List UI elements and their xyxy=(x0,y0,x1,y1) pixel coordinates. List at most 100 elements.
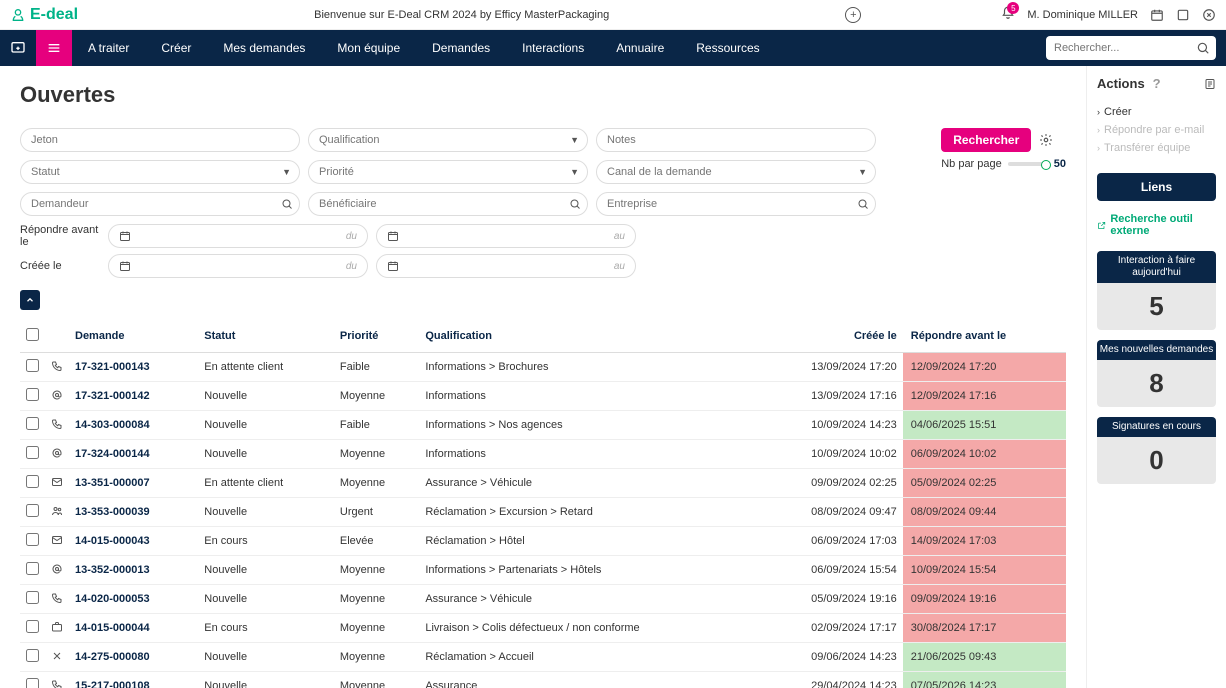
nav-mes-demandes[interactable]: Mes demandes xyxy=(207,30,321,66)
filter-jeton[interactable] xyxy=(20,128,300,152)
table-row: 13-353-000039NouvelleUrgentRéclamation >… xyxy=(20,498,1066,527)
creee-to[interactable]: au xyxy=(376,254,636,278)
request-statut: Nouvelle xyxy=(198,585,334,614)
external-search-link[interactable]: Recherche outil externe xyxy=(1097,207,1216,251)
request-ref[interactable]: 17-321-000142 xyxy=(69,382,198,411)
request-qualification: Livraison > Colis défectueux / non confo… xyxy=(419,614,757,643)
chevron-down-icon: ▼ xyxy=(570,167,579,177)
request-creee: 29/04/2024 14:23 xyxy=(757,672,903,688)
nav-interactions[interactable]: Interactions xyxy=(506,30,600,66)
request-ref[interactable]: 13-352-000013 xyxy=(69,556,198,585)
global-search[interactable] xyxy=(1046,36,1216,60)
window-icon[interactable] xyxy=(1176,8,1190,22)
request-ref[interactable]: 13-351-000007 xyxy=(69,469,198,498)
request-creee: 10/09/2024 10:02 xyxy=(757,440,903,469)
channel-icon xyxy=(45,672,69,688)
row-checkbox[interactable] xyxy=(26,388,39,401)
nav-items: A traiter Créer Mes demandes Mon équipe … xyxy=(72,30,1036,66)
request-ref[interactable]: 14-015-000043 xyxy=(69,527,198,556)
liens-button[interactable]: Liens xyxy=(1097,173,1216,201)
help-icon[interactable]: ? xyxy=(1153,76,1161,91)
channel-icon xyxy=(45,498,69,527)
col-priorite[interactable]: Priorité xyxy=(334,320,419,353)
stat-card[interactable]: Signatures en cours0 xyxy=(1097,417,1216,484)
request-ref[interactable]: 14-015-000044 xyxy=(69,614,198,643)
export-icon[interactable] xyxy=(1204,78,1216,90)
nav-mon-equipe[interactable]: Mon équipe xyxy=(321,30,416,66)
notifications-button[interactable]: 5 xyxy=(1001,6,1015,23)
channel-icon xyxy=(45,585,69,614)
col-qualification[interactable]: Qualification xyxy=(419,320,757,353)
request-statut: Nouvelle xyxy=(198,643,334,672)
table-row: 13-351-000007En attente clientMoyenneAss… xyxy=(20,469,1066,498)
row-checkbox[interactable] xyxy=(26,359,39,372)
nav-a-traiter[interactable]: A traiter xyxy=(72,30,145,66)
col-creee[interactable]: Créée le xyxy=(757,320,903,353)
stat-value: 8 xyxy=(1097,360,1216,407)
nav-ressources[interactable]: Ressources xyxy=(680,30,775,66)
filter-beneficiaire[interactable] xyxy=(308,192,588,216)
filter-entreprise[interactable] xyxy=(596,192,876,216)
request-ref[interactable]: 14-275-000080 xyxy=(69,643,198,672)
row-checkbox[interactable] xyxy=(26,649,39,662)
search-button[interactable]: Rechercher xyxy=(941,128,1031,152)
filter-demandeur[interactable] xyxy=(20,192,300,216)
col-statut[interactable]: Statut xyxy=(198,320,334,353)
col-repondre[interactable]: Répondre avant le xyxy=(903,320,1066,353)
stat-card[interactable]: Mes nouvelles demandes8 xyxy=(1097,340,1216,407)
request-priorite: Elevée xyxy=(334,527,419,556)
filter-priorite[interactable]: ▼ xyxy=(308,160,588,184)
request-priorite: Moyenne xyxy=(334,556,419,585)
row-checkbox[interactable] xyxy=(26,504,39,517)
request-creee: 05/09/2024 19:16 xyxy=(757,585,903,614)
add-button[interactable]: + xyxy=(845,7,861,23)
select-all-checkbox[interactable] xyxy=(26,328,39,341)
page-title: Ouvertes xyxy=(20,82,1066,108)
collapse-filters-button[interactable] xyxy=(20,290,40,310)
request-ref[interactable]: 17-324-000144 xyxy=(69,440,198,469)
repondre-to[interactable]: au xyxy=(376,224,636,248)
stat-card[interactable]: Interaction à faire aujourd'hui5 xyxy=(1097,251,1216,330)
filter-qualification[interactable]: ▼ xyxy=(308,128,588,152)
request-ref[interactable]: 13-353-000039 xyxy=(69,498,198,527)
request-statut: En attente client xyxy=(198,353,334,382)
row-checkbox[interactable] xyxy=(26,475,39,488)
request-ref[interactable]: 15-217-000108 xyxy=(69,672,198,688)
filter-canal[interactable]: ▼ xyxy=(596,160,876,184)
chevron-right-icon: › xyxy=(1097,107,1100,117)
row-checkbox[interactable] xyxy=(26,417,39,430)
brand-logo[interactable]: E-deal xyxy=(10,6,78,24)
nav-annuaire[interactable]: Annuaire xyxy=(600,30,680,66)
repondre-from[interactable]: du xyxy=(108,224,368,248)
request-statut: Nouvelle xyxy=(198,411,334,440)
stat-value: 0 xyxy=(1097,437,1216,484)
compose-button[interactable] xyxy=(0,30,36,66)
request-ref[interactable]: 17-321-000143 xyxy=(69,353,198,382)
row-checkbox[interactable] xyxy=(26,591,39,604)
user-name[interactable]: M. Dominique MILLER xyxy=(1027,9,1138,21)
request-ref[interactable]: 14-020-000053 xyxy=(69,585,198,614)
col-demande[interactable]: Demande xyxy=(69,320,198,353)
row-checkbox[interactable] xyxy=(26,678,39,688)
per-page-slider[interactable] xyxy=(1008,162,1048,166)
row-checkbox[interactable] xyxy=(26,533,39,546)
request-ref[interactable]: 14-303-000084 xyxy=(69,411,198,440)
row-checkbox[interactable] xyxy=(26,446,39,459)
close-icon[interactable] xyxy=(1202,8,1216,22)
nav-creer[interactable]: Créer xyxy=(145,30,207,66)
filter-notes[interactable] xyxy=(596,128,876,152)
gear-icon[interactable] xyxy=(1039,133,1053,147)
row-checkbox[interactable] xyxy=(26,562,39,575)
table-row: 15-217-000108NouvelleMoyenneAssurance29/… xyxy=(20,672,1066,688)
request-repondre: 12/09/2024 17:20 xyxy=(903,353,1066,382)
action-creer[interactable]: ›Créer xyxy=(1097,103,1216,121)
global-search-input[interactable] xyxy=(1046,36,1216,60)
search-icon xyxy=(569,198,581,210)
filter-statut[interactable]: ▼ xyxy=(20,160,300,184)
nav-demandes[interactable]: Demandes xyxy=(416,30,506,66)
calendar-icon[interactable] xyxy=(1150,8,1164,22)
creee-from[interactable]: du xyxy=(108,254,368,278)
request-creee: 13/09/2024 17:20 xyxy=(757,353,903,382)
row-checkbox[interactable] xyxy=(26,620,39,633)
menu-button[interactable] xyxy=(36,30,72,66)
